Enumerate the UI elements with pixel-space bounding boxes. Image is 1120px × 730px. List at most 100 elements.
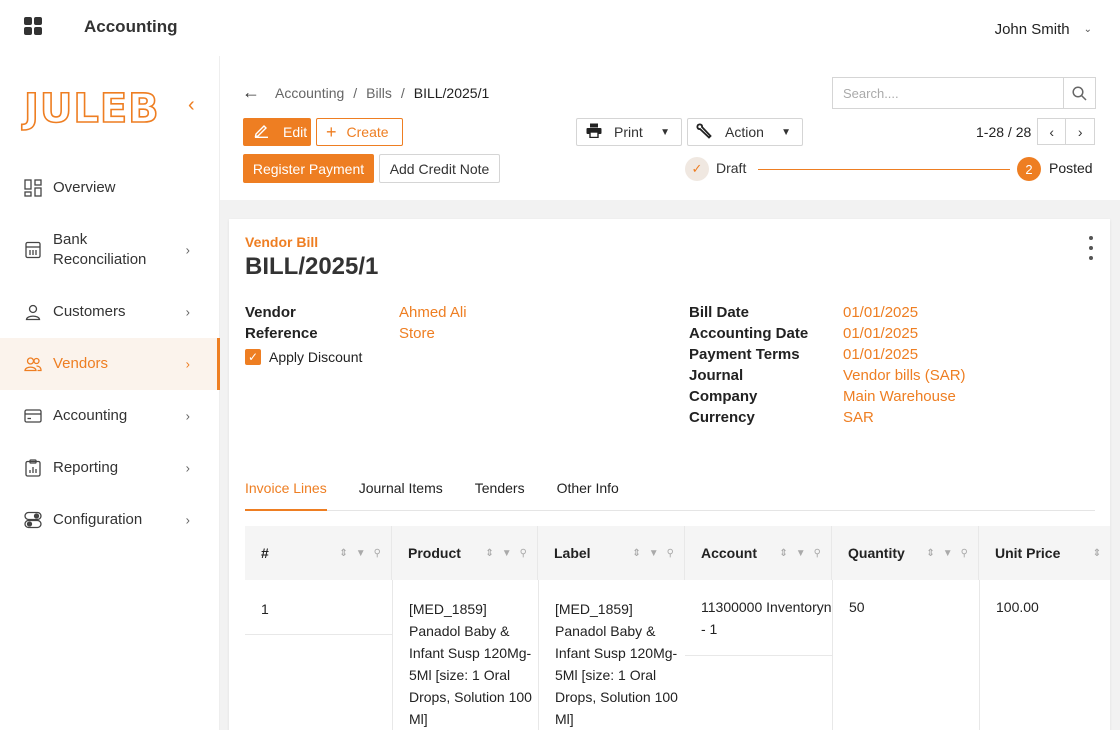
search-icon[interactable]: ⚲ xyxy=(814,548,821,559)
field-value-reference[interactable]: Store xyxy=(399,325,435,342)
juleb-logo: JULEB xyxy=(23,85,160,133)
sort-icon[interactable]: ⇕ xyxy=(1093,548,1101,559)
field-label: Accounting Date xyxy=(689,325,809,342)
field-reference: Reference Store xyxy=(245,323,467,344)
app-title: Accounting xyxy=(84,17,178,36)
create-button[interactable]: + Create xyxy=(316,118,403,146)
field-currency: Currency SAR xyxy=(689,407,966,428)
sidebar-item-vendors[interactable]: Vendors › xyxy=(0,338,220,390)
sidebar-item-configuration[interactable]: Configuration › xyxy=(0,494,220,546)
column-header-unit-price[interactable]: Unit Price ⇕ ▼ xyxy=(979,526,1110,580)
tab-invoice-lines[interactable]: Invoice Lines xyxy=(245,471,327,511)
filter-icon[interactable]: ▼ xyxy=(649,548,659,559)
sort-icon[interactable]: ⇕ xyxy=(632,548,640,559)
tab-tenders[interactable]: Tenders xyxy=(475,471,525,511)
printer-icon xyxy=(586,123,602,141)
edit-button[interactable]: Edit xyxy=(243,118,311,146)
search-icon[interactable]: ⚲ xyxy=(520,548,527,559)
sort-icon[interactable]: ⇕ xyxy=(339,548,347,559)
status-posted[interactable]: Posted xyxy=(1049,160,1093,176)
field-value-vendor[interactable]: Ahmed Ali xyxy=(399,304,467,321)
pager-previous-icon[interactable]: ‹ xyxy=(1037,118,1067,145)
field-vendor: Vendor Ahmed Ali xyxy=(245,302,467,323)
tab-other-info[interactable]: Other Info xyxy=(557,471,619,511)
filter-icon[interactable]: ▼ xyxy=(502,548,512,559)
filter-icon[interactable]: ▼ xyxy=(356,548,366,559)
search-icon[interactable]: ⚲ xyxy=(667,548,674,559)
search-icon[interactable]: ⚲ xyxy=(374,548,381,559)
sidebar-item-customers[interactable]: Customers › xyxy=(0,286,220,338)
field-value-bill-date[interactable]: 01/01/2025 xyxy=(843,304,918,321)
cell-account[interactable]: 11300000 Inventoryn - 1 xyxy=(685,580,832,656)
field-value-payment-terms[interactable]: 01/01/2025 xyxy=(843,346,918,363)
search-box xyxy=(832,77,1096,109)
pager-next-icon[interactable]: › xyxy=(1066,118,1096,145)
cell-product[interactable]: [MED_1859] Panadol Baby & Infant Susp 12… xyxy=(392,580,538,730)
breadcrumb-item-bills[interactable]: Bills xyxy=(366,85,392,101)
chevron-down-icon: ⌄ xyxy=(1083,24,1092,35)
kebab-menu-icon[interactable] xyxy=(1089,236,1093,260)
sidebar-item-label: Configuration xyxy=(53,511,143,528)
column-header-account[interactable]: Account ⇕ ▼ ⚲ xyxy=(685,526,832,580)
search-icon[interactable]: ⚲ xyxy=(961,548,968,559)
column-header-label: # xyxy=(261,545,269,561)
wrench-icon xyxy=(695,122,713,143)
chevron-right-icon: › xyxy=(185,242,190,258)
search-icon[interactable] xyxy=(1063,78,1095,108)
column-header-label: Unit Price xyxy=(995,545,1061,561)
chevron-left-icon[interactable]: ‹ xyxy=(188,94,195,117)
sidebar-item-accounting[interactable]: Accounting › xyxy=(0,390,220,442)
cell-unit-price[interactable]: 100.00 xyxy=(979,580,1110,730)
cell-quantity[interactable]: 50 xyxy=(832,580,979,730)
column-header-label-col[interactable]: Label ⇕ ▼ ⚲ xyxy=(538,526,685,580)
field-value-company[interactable]: Main Warehouse xyxy=(843,388,956,405)
apply-discount-label: Apply Discount xyxy=(269,349,363,365)
main-content: ← Accounting / Bills / BILL/2025/1 Edit … xyxy=(220,56,1120,730)
table-header: # ⇕ ▼ ⚲ Product ⇕ ▼ ⚲ Label ⇕ ▼ ⚲ Account ⇕ ▼ ⚲ … xyxy=(245,526,1110,580)
filter-icon[interactable]: ▼ xyxy=(796,548,806,559)
field-label: Bill Date xyxy=(689,304,750,321)
print-button[interactable]: Print ▼ xyxy=(576,118,682,146)
filter-icon[interactable]: ▼ xyxy=(1109,548,1110,559)
sidebar-item-label: Customers xyxy=(53,303,126,320)
add-credit-note-button[interactable]: Add Credit Note xyxy=(379,154,500,183)
sidebar-item-label: Accounting xyxy=(53,407,128,424)
action-button[interactable]: Action ▼ xyxy=(687,118,803,146)
apps-grid-icon[interactable] xyxy=(24,17,42,35)
table-row[interactable]: 1 [MED_1859] Panadol Baby & Infant Susp … xyxy=(245,580,1110,730)
field-value-journal[interactable]: Vendor bills (SAR) xyxy=(843,367,966,384)
apply-discount-checkbox[interactable]: ✓ xyxy=(245,349,261,365)
field-value-accounting-date[interactable]: 01/01/2025 xyxy=(843,325,918,342)
breadcrumb: Accounting / Bills / BILL/2025/1 xyxy=(275,85,489,101)
register-payment-button[interactable]: Register Payment xyxy=(243,154,374,183)
field-label: Reference xyxy=(245,325,318,342)
bank-icon xyxy=(24,241,42,259)
column-tools: ⇕ ▼ ⚲ xyxy=(779,548,821,559)
sort-icon[interactable]: ⇕ xyxy=(779,548,787,559)
cell-label[interactable]: [MED_1859] Panadol Baby & Infant Susp 12… xyxy=(538,580,685,730)
column-header-quantity[interactable]: Quantity ⇕ ▼ ⚲ xyxy=(832,526,979,580)
sidebar-item-overview[interactable]: Overview xyxy=(0,162,220,214)
back-arrow-icon[interactable]: ← xyxy=(242,82,260,103)
filter-icon[interactable]: ▼ xyxy=(943,548,953,559)
chevron-right-icon: › xyxy=(185,304,190,320)
breadcrumb-item-accounting[interactable]: Accounting xyxy=(275,85,344,101)
breadcrumb-current: BILL/2025/1 xyxy=(413,85,490,101)
sort-icon[interactable]: ⇕ xyxy=(485,548,493,559)
sort-icon[interactable]: ⇕ xyxy=(926,548,934,559)
column-header-number[interactable]: # ⇕ ▼ ⚲ xyxy=(245,526,392,580)
tab-journal-items[interactable]: Journal Items xyxy=(359,471,443,511)
column-tools: ⇕ ▼ ⚲ xyxy=(339,548,381,559)
form-sheet: Vendor Bill BILL/2025/1 Vendor Ahmed Ali… xyxy=(229,219,1110,730)
notebook-tabs: Invoice Lines Journal Items Tenders Othe… xyxy=(245,471,1095,511)
status-draft[interactable]: Draft xyxy=(716,160,746,176)
search-input[interactable] xyxy=(833,78,1063,108)
edit-label: Edit xyxy=(283,124,308,140)
sidebar-item-bank-reconciliation[interactable]: Bank Reconciliation › xyxy=(0,214,220,286)
field-value-currency[interactable]: SAR xyxy=(843,409,874,426)
user-menu[interactable]: John Smith ⌄ xyxy=(995,21,1092,38)
column-header-product[interactable]: Product ⇕ ▼ ⚲ xyxy=(392,526,538,580)
sidebar-item-reporting[interactable]: Reporting › xyxy=(0,442,220,494)
column-tools: ⇕ ▼ ⚲ xyxy=(632,548,674,559)
column-header-label: Quantity xyxy=(848,545,905,561)
